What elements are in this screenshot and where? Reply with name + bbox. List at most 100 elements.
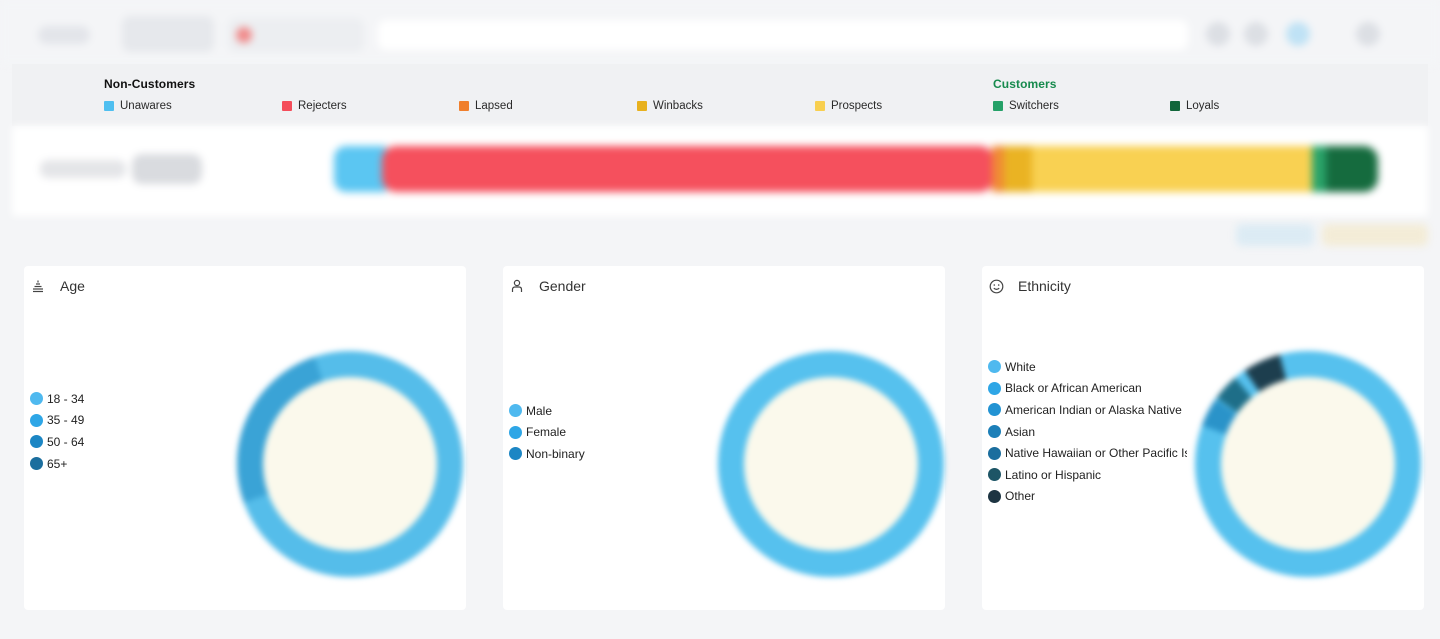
card-header: Age xyxy=(30,266,85,306)
legend-item[interactable]: Female xyxy=(509,422,585,444)
brand-icon xyxy=(236,27,252,43)
legend-item[interactable]: Asian xyxy=(988,421,1187,443)
legend-label: Unawares xyxy=(120,100,172,112)
legend-label: Winbacks xyxy=(653,100,703,112)
legend-label: 50 - 64 xyxy=(47,434,85,449)
notifications-icon[interactable] xyxy=(1244,22,1268,46)
legend-dot xyxy=(30,392,43,406)
legend-label: Black or African American xyxy=(1005,381,1142,396)
age-legend: 18 - 34 35 - 49 50 - 64 65+ xyxy=(30,388,84,474)
legend-label: 65+ xyxy=(47,456,68,471)
segment-legend: Non-Customers Customers Unawares Rejecte… xyxy=(12,64,1428,126)
legend-item-winbacks[interactable]: Winbacks xyxy=(637,100,703,112)
legend-item[interactable]: 35 - 49 xyxy=(30,410,84,432)
legend-item-prospects[interactable]: Prospects xyxy=(815,100,882,112)
legend-dot xyxy=(30,413,43,427)
rejecters-swatch xyxy=(282,101,292,111)
legend-item[interactable]: Other xyxy=(988,486,1187,508)
non-customers-heading: Non-Customers xyxy=(104,77,196,91)
legend-label: White xyxy=(1005,359,1036,374)
legend-item[interactable]: Male xyxy=(509,400,585,422)
search-field[interactable] xyxy=(378,20,1188,50)
legend-dot xyxy=(988,381,1001,395)
top-navigation-bar xyxy=(0,0,1440,64)
legend-dot xyxy=(30,435,43,449)
gender-donut-chart[interactable] xyxy=(715,348,947,580)
legend-item[interactable]: 65+ xyxy=(30,453,84,475)
legend-item-rejecters[interactable]: Rejecters xyxy=(282,100,347,112)
legend-label: Rejecters xyxy=(298,100,347,112)
row-label xyxy=(40,160,126,178)
legend-item[interactable]: White xyxy=(988,356,1187,378)
age-card: Age 18 - 34 35 - 49 50 - 64 65+ xyxy=(24,266,466,610)
legend-dot xyxy=(988,446,1001,460)
lapsed-swatch xyxy=(459,101,469,111)
card-title: Ethnicity xyxy=(1018,278,1071,294)
settings-icon[interactable] xyxy=(1286,22,1310,46)
legend-dot xyxy=(988,468,1001,482)
legend-label: 35 - 49 xyxy=(47,413,85,428)
bar-legend-chip xyxy=(1236,224,1314,246)
workspace-selector[interactable] xyxy=(122,16,214,52)
legend-label: American Indian or Alaska Native xyxy=(1005,402,1182,417)
legend-label: Male xyxy=(526,403,553,418)
unawares-swatch xyxy=(104,101,114,111)
legend-item-lapsed[interactable]: Lapsed xyxy=(459,100,513,112)
legend-item-loyals[interactable]: Loyals xyxy=(1170,100,1219,112)
legend-item[interactable]: Black or African American xyxy=(988,378,1187,400)
legend-dot xyxy=(988,403,1001,417)
legend-item[interactable]: American Indian or Alaska Native xyxy=(988,399,1187,421)
bar-segment-unawares[interactable] xyxy=(334,146,386,192)
legend-label: 18 - 34 xyxy=(47,391,85,406)
legend-item-switchers[interactable]: Switchers xyxy=(993,100,1059,112)
stack-icon xyxy=(30,278,46,294)
legend-label: Loyals xyxy=(1186,100,1220,112)
legend-dot xyxy=(509,425,522,439)
legend-dot xyxy=(988,360,1001,374)
legend-dot xyxy=(30,457,43,471)
ethnicity-donut-chart[interactable] xyxy=(1192,348,1424,580)
prospects-swatch xyxy=(815,101,825,111)
card-header: Gender xyxy=(509,266,586,306)
legend-label: Asian xyxy=(1005,424,1036,439)
bar-segment-winbacks[interactable] xyxy=(1004,146,1034,192)
gender-legend: Male Female Non-binary xyxy=(509,400,585,465)
legend-item[interactable]: Non-binary xyxy=(509,443,585,465)
legend-label: Native Hawaiian or Other Pacific Islande… xyxy=(1005,446,1187,461)
ethnicity-legend: White Black or African American American… xyxy=(988,356,1187,507)
bar-segment-loyals[interactable] xyxy=(1326,146,1378,192)
row-value-badge xyxy=(132,154,202,184)
winbacks-swatch xyxy=(637,101,647,111)
legend-label: Female xyxy=(526,425,567,440)
card-title: Gender xyxy=(539,278,586,294)
avatar[interactable] xyxy=(1356,22,1380,46)
switchers-swatch xyxy=(993,101,1003,111)
loyals-swatch xyxy=(1170,101,1180,111)
bar-segment-rejecters[interactable] xyxy=(382,146,994,192)
legend-item[interactable]: Latino or Hispanic xyxy=(988,464,1187,486)
gender-card: Gender Male Female Non-binary xyxy=(503,266,945,610)
legend-dot xyxy=(509,447,522,461)
legend-dot xyxy=(509,404,522,418)
age-donut-chart[interactable] xyxy=(234,348,466,580)
legend-item-unawares[interactable]: Unawares xyxy=(104,100,172,112)
legend-label: Latino or Hispanic xyxy=(1005,467,1102,482)
legend-label: Prospects xyxy=(831,100,883,112)
help-icon[interactable] xyxy=(1206,22,1230,46)
legend-item[interactable]: 18 - 34 xyxy=(30,388,84,410)
app-logo[interactable] xyxy=(38,26,90,44)
card-header: Ethnicity xyxy=(988,266,1071,306)
smiley-icon xyxy=(988,278,1004,294)
brand-selector[interactable] xyxy=(228,18,364,52)
legend-label: Non-binary xyxy=(526,446,585,461)
bar-segment-prospects[interactable] xyxy=(1032,146,1314,192)
legend-dot xyxy=(988,425,1001,439)
person-icon xyxy=(509,278,525,294)
legend-item[interactable]: 50 - 64 xyxy=(30,431,84,453)
card-title: Age xyxy=(60,278,85,294)
legend-label: Other xyxy=(1005,489,1036,504)
legend-item[interactable]: Native Hawaiian or Other Pacific Islande… xyxy=(988,442,1187,464)
ethnicity-card: Ethnicity White Black or African America… xyxy=(982,266,1424,610)
legend-label: Switchers xyxy=(1009,100,1059,112)
bar-legend-chip xyxy=(1322,224,1428,246)
